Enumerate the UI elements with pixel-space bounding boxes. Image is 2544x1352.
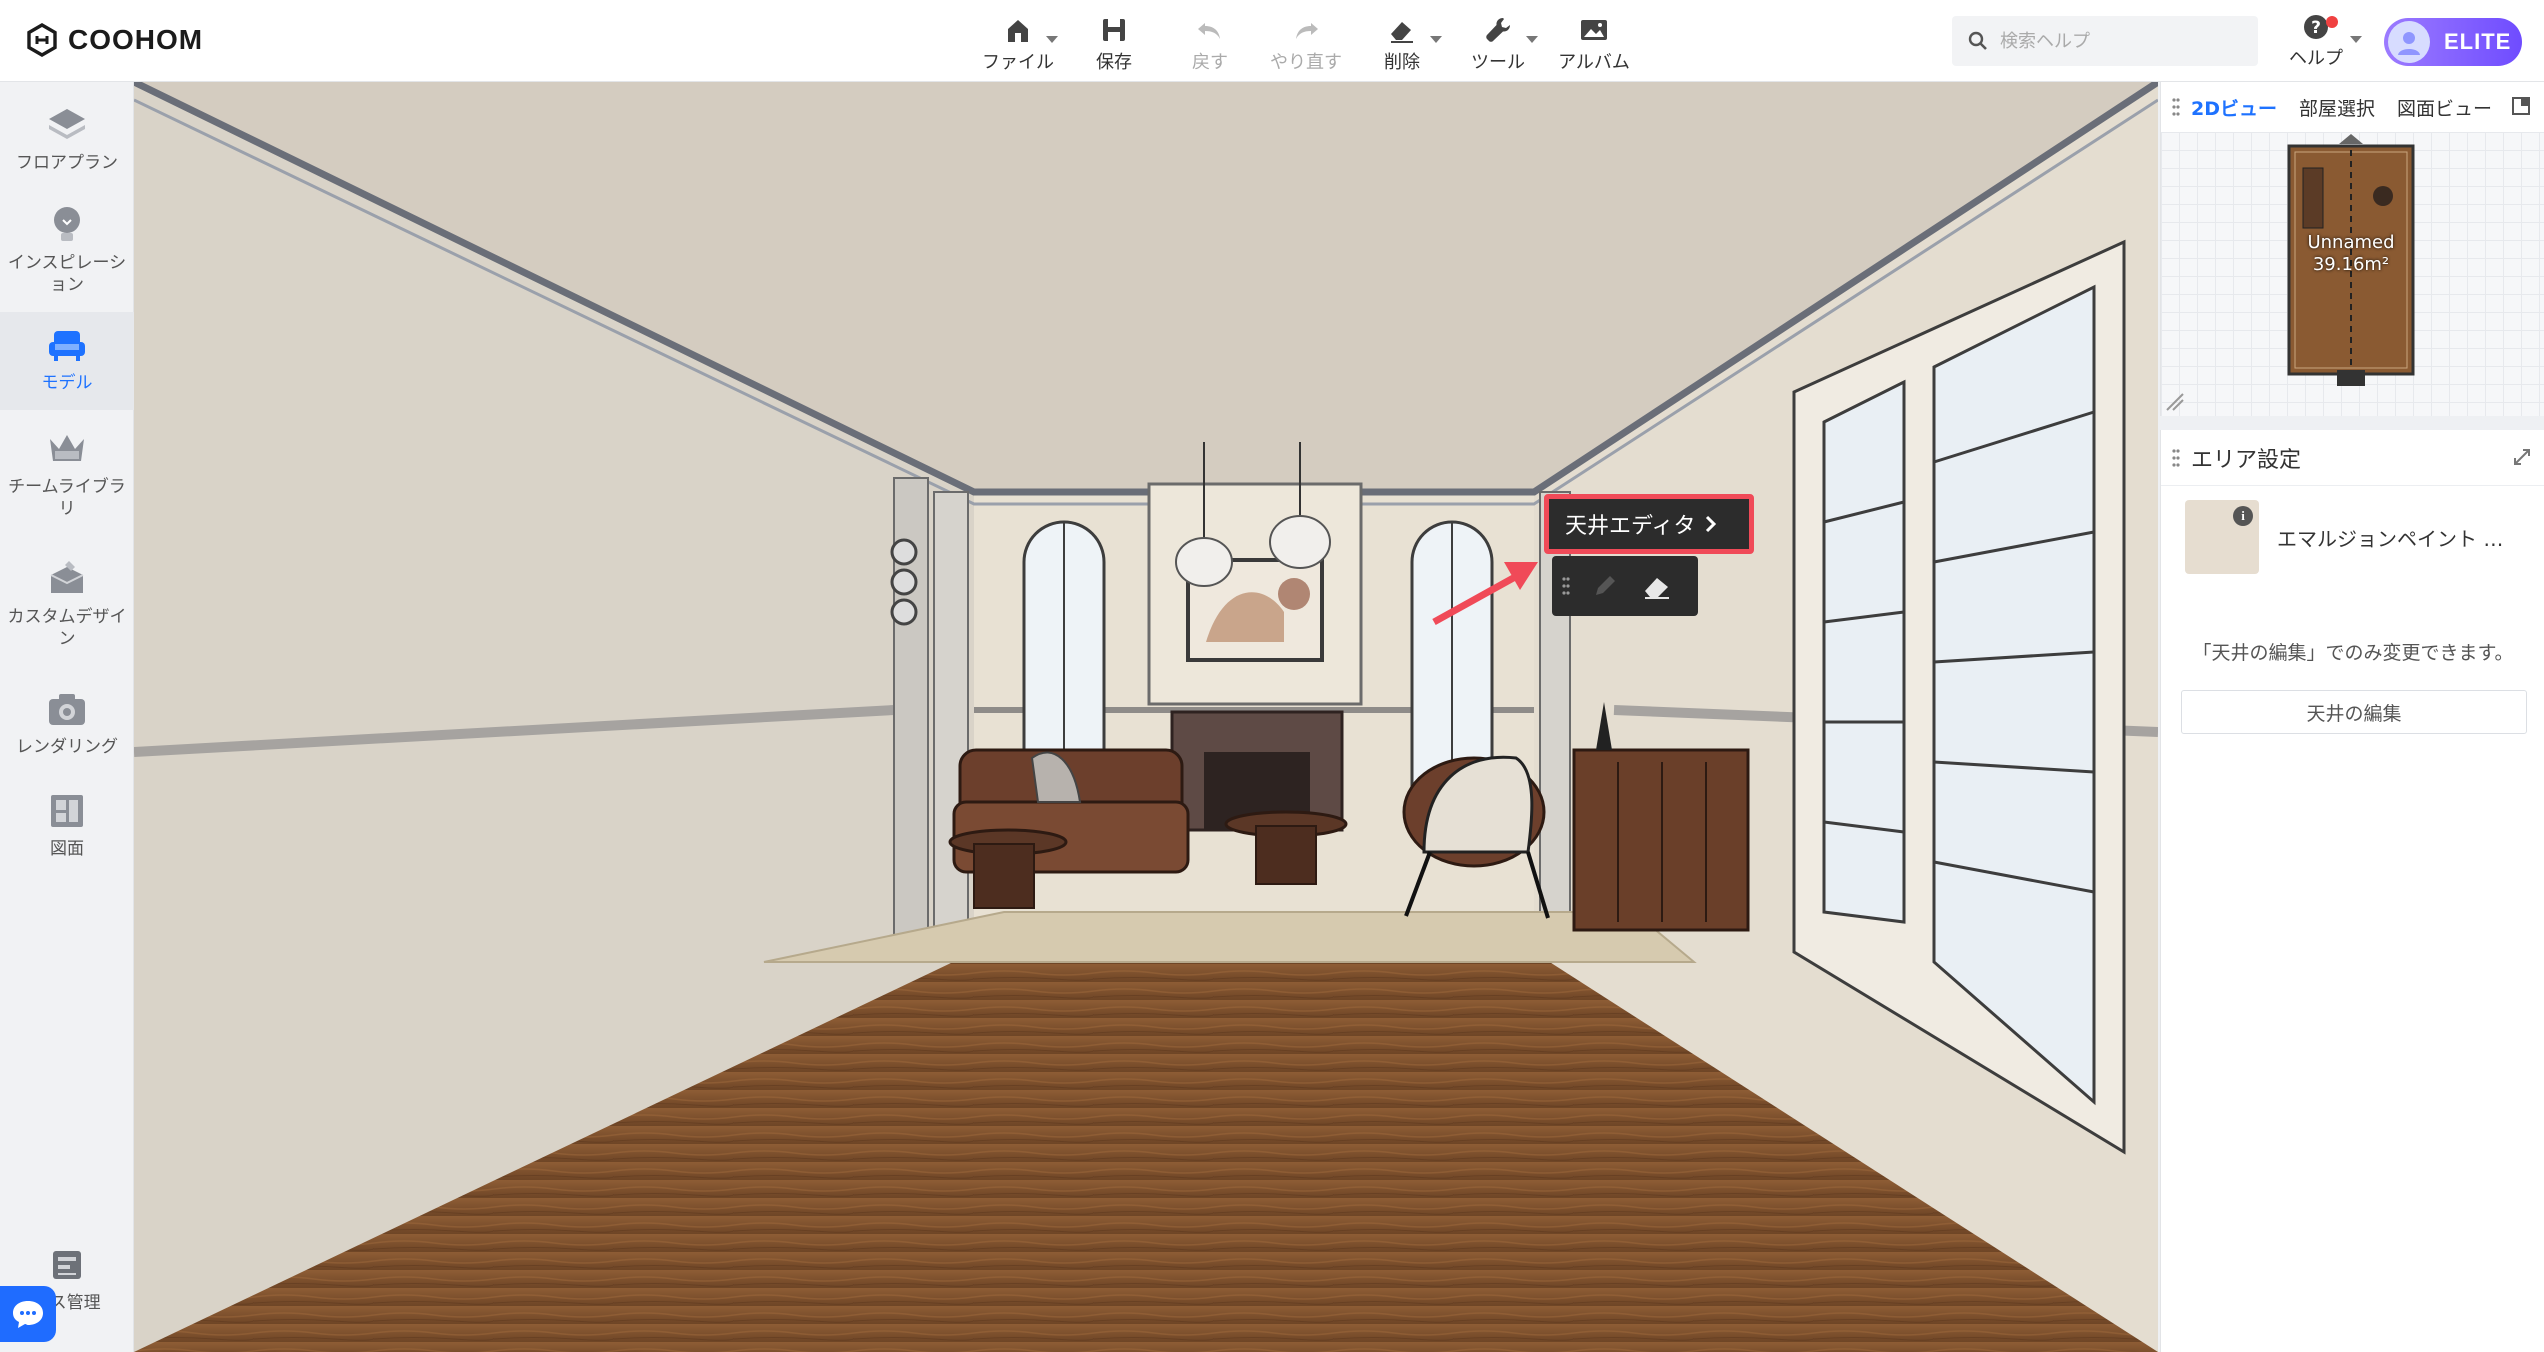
redo-button[interactable]: やり直す [1258, 10, 1354, 74]
tools-menu-button[interactable]: ツール [1450, 10, 1546, 74]
album-button[interactable]: アルバム [1546, 10, 1642, 74]
area-settings-panel: エリア設定 i エマルジョンペイント マ… 「天井の編集」でのみ変更できます。 … [2160, 430, 2544, 1352]
help-button[interactable]: ? ヘルプ [2286, 12, 2346, 74]
wrench-icon [1481, 14, 1515, 46]
avatar[interactable] [2388, 21, 2430, 63]
resource-icon [44, 1242, 90, 1288]
save-icon [1097, 14, 1131, 46]
sidebar-item-inspiration[interactable]: インスピレーション [0, 202, 134, 320]
user-icon [2398, 32, 2420, 55]
ceiling-editor-label: 天井エディタ [1565, 514, 1696, 539]
chevron-right-icon [1706, 515, 1717, 533]
help-icon: ? [2304, 15, 2328, 39]
search-input[interactable] [2000, 30, 2250, 52]
sidebar-item-model[interactable]: モデル [0, 312, 134, 410]
sidebar-item-floorplan[interactable]: フロアプラン [0, 102, 134, 198]
ceiling-editor-popup[interactable]: 天井エディタ [1544, 494, 1754, 554]
file-icon [1001, 14, 1035, 46]
chevron-down-icon[interactable] [1526, 36, 1538, 43]
notification-dot [2326, 16, 2338, 28]
popout-icon[interactable] [2511, 96, 2531, 116]
minimap-room-label: Unnamed 39.16m² [2289, 232, 2413, 276]
room-area: 39.16m² [2312, 254, 2390, 275]
sofa-icon [44, 322, 90, 368]
sidebar-item-drawing[interactable]: 図面 [0, 788, 134, 878]
drag-handle-icon[interactable] [2161, 97, 2191, 117]
chat-support-button[interactable] [0, 1286, 56, 1342]
3d-viewport[interactable]: 天井エディタ 1F 2D 3D [134, 82, 2158, 1352]
material-swatch[interactable]: i [2185, 500, 2259, 574]
undo-button[interactable]: 戻す [1162, 10, 1258, 74]
tab-room-select[interactable]: 部屋選択 [2299, 94, 2375, 121]
minimap-tabs: 2Dビュー 部屋選択 図面ビュー [2161, 82, 2544, 132]
top-bar: COOHOM ファイル 保存 戻す やり直す 削除 ツール アルバム 検索ヘルプ… [0, 0, 2544, 82]
left-sidebar: フロアプラン インスピレーション モデル チームライブラリ カスタムデザイン レ… [0, 82, 134, 1352]
undo-icon [1193, 14, 1227, 46]
room-name: Unnamed [2307, 232, 2395, 253]
album-icon [1577, 14, 1611, 46]
camera-icon [44, 686, 90, 732]
floorplan-minimap[interactable]: Unnamed 39.16m² [2161, 132, 2544, 416]
expand-icon[interactable] [2513, 448, 2531, 466]
drag-handle-icon[interactable] [1562, 576, 1570, 596]
help-search[interactable] [1952, 16, 2258, 66]
search-icon [1968, 31, 1987, 50]
delete-menu-button[interactable]: 削除 [1354, 10, 1450, 74]
logo-hexagon-icon [27, 23, 57, 57]
room-3d-scene[interactable] [134, 82, 2158, 1352]
redo-icon [1289, 14, 1323, 46]
lightbulb-icon [44, 202, 90, 248]
account-badge[interactable]: ELITE [2384, 18, 2522, 66]
ceiling-quick-tools [1552, 556, 1698, 616]
eraser-icon[interactable] [1640, 571, 1674, 601]
app-logo[interactable]: COOHOM [24, 20, 203, 60]
chevron-down-icon[interactable] [1430, 36, 1442, 43]
edit-ceiling-button[interactable]: 天井の編集 [2181, 690, 2527, 734]
file-menu-button[interactable]: ファイル [970, 10, 1066, 74]
area-settings-header: エリア設定 [2161, 430, 2544, 486]
svg-text:?: ? [2311, 18, 2321, 38]
chat-bubble-icon [13, 1301, 43, 1328]
pencil-icon[interactable] [1590, 571, 1620, 601]
tab-2d-view[interactable]: 2Dビュー [2191, 94, 2277, 121]
area-settings-title: エリア設定 [2191, 447, 2302, 473]
sidebar-item-custom-design[interactable]: カスタムデザイン [0, 556, 134, 666]
chevron-down-icon[interactable] [1046, 36, 1058, 43]
resize-grip-icon[interactable] [2165, 392, 2185, 412]
sidebar-item-team-library[interactable]: チームライブラリ [0, 426, 134, 536]
tab-drawing-view[interactable]: 図面ビュー [2397, 94, 2492, 121]
elite-label: ELITE [2444, 29, 2512, 54]
eraser-icon [1385, 14, 1419, 46]
main-toolbar: ファイル 保存 戻す やり直す 削除 ツール アルバム [970, 10, 1642, 74]
ceiling-edit-note: 「天井の編集」でのみ変更できます。 [2192, 642, 2514, 664]
save-button[interactable]: 保存 [1066, 10, 1162, 74]
crown-icon [44, 426, 90, 472]
minimap-panel: 2Dビュー 部屋選択 図面ビュー Unnamed 39.16m² [2160, 82, 2544, 416]
drawing-icon [44, 788, 90, 834]
material-name: エマルジョンペイント マ… [2277, 526, 2517, 551]
floorplan-icon [44, 102, 90, 148]
info-icon[interactable]: i [2233, 506, 2253, 526]
chevron-down-icon[interactable] [2350, 36, 2362, 43]
custom-design-icon [44, 556, 90, 602]
sidebar-item-rendering[interactable]: レンダリング [0, 686, 134, 786]
logo-text: COOHOM [68, 24, 204, 55]
material-row[interactable]: i エマルジョンペイント マ… [2185, 498, 2525, 576]
drag-handle-icon[interactable] [2161, 448, 2191, 468]
